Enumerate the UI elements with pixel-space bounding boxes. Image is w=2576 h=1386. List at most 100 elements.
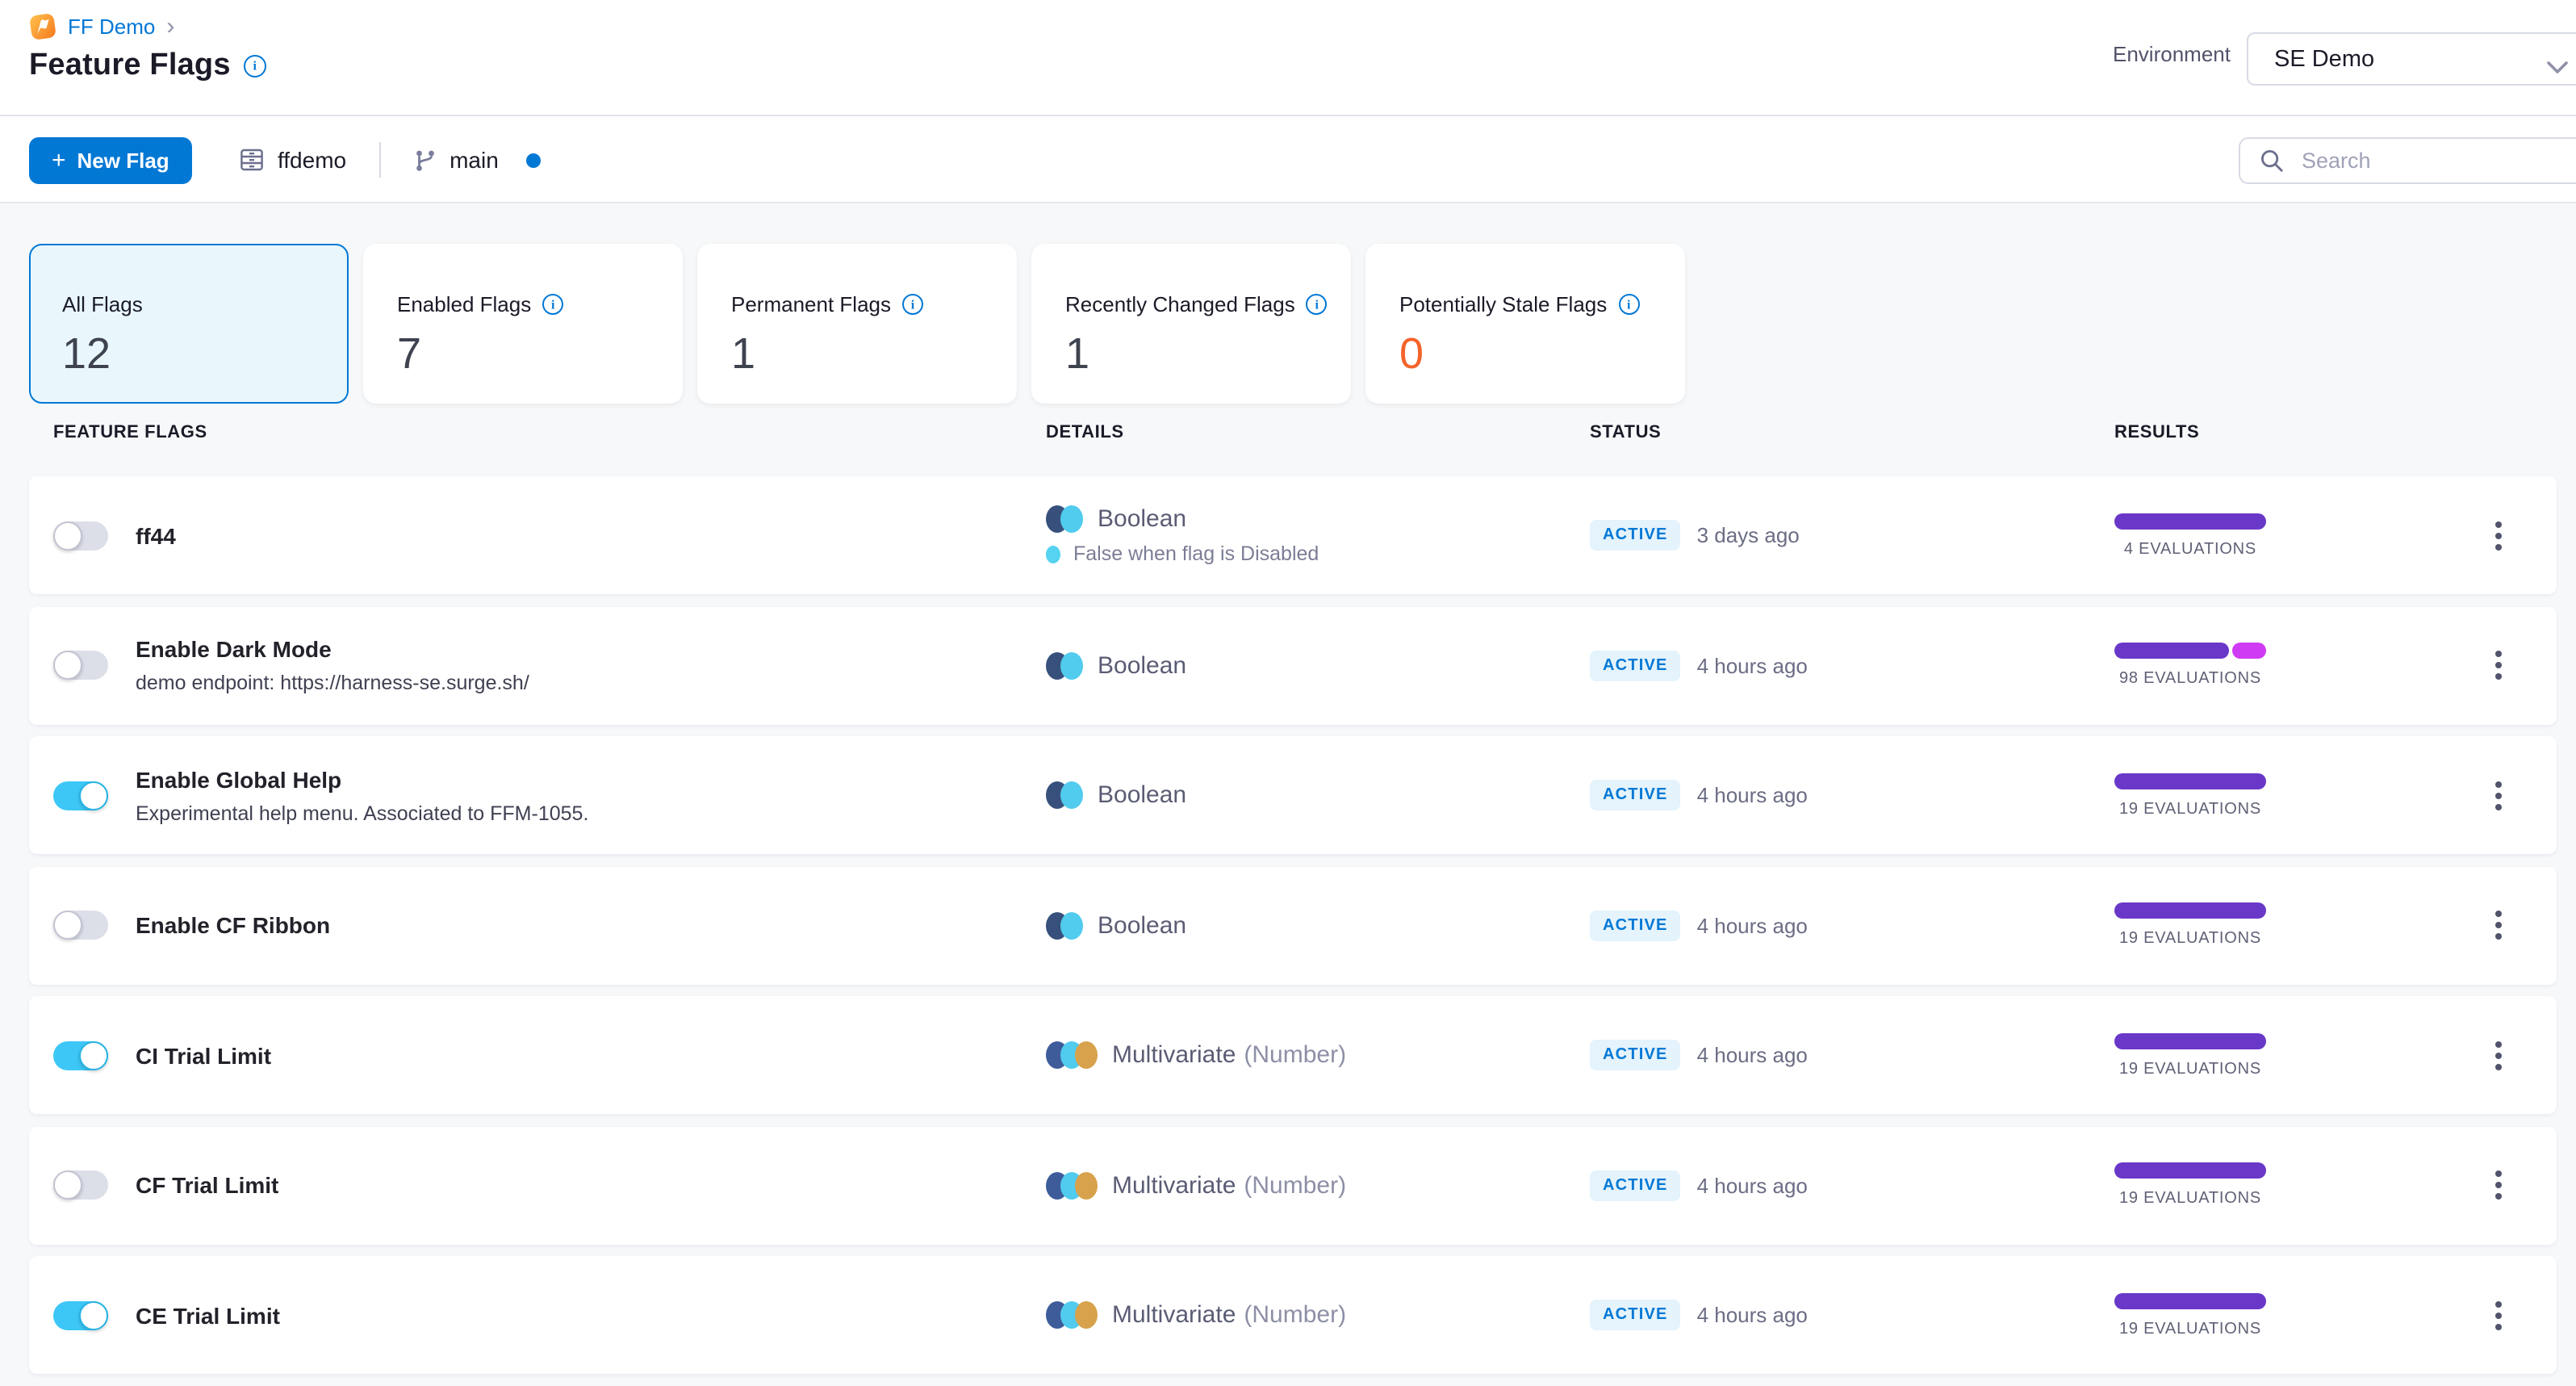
status-time: 4 hours ago [1696,653,1808,677]
status-badge: ACTIVE [1590,650,1681,680]
search-box[interactable] [2239,137,2576,184]
repo-icon [239,147,265,173]
flag-toggle[interactable] [53,521,108,550]
flag-name: ff44 [136,522,176,548]
stat-card-enabled-flags[interactable]: Enabled Flags 7 [363,244,683,404]
status-badge: ACTIVE [1590,780,1681,810]
row-menu-button[interactable] [2486,1256,2511,1374]
column-header-status: STATUS [1590,423,1662,442]
evaluations-bar [2114,773,2266,789]
status-time: 4 hours ago [1696,783,1808,807]
evaluations-label: 19 EVALUATIONS [2118,930,2262,948]
status-time: 3 days ago [1696,523,1800,547]
flag-row[interactable]: Enable Dark Mode demo endpoint: https://… [29,606,2557,724]
status-badge: ACTIVE [1590,1170,1681,1200]
toggle-knob [79,1300,108,1329]
stat-value: 1 [1065,329,1090,378]
status-time: 4 hours ago [1696,913,1808,937]
kebab-menu-icon [2495,1170,2502,1177]
branch-name[interactable]: main [450,147,499,173]
evaluations-label: 98 EVALUATIONS [2118,670,2262,688]
flag-type-label: Multivariate [1112,1301,1236,1329]
evaluations-bar [2114,1292,2266,1309]
stat-card-recently-changed-flags[interactable]: Recently Changed Flags 1 [1031,244,1351,404]
flag-type-icon [1046,1301,1098,1329]
flag-type-label: Boolean [1098,911,1187,939]
toggle-knob [53,651,82,680]
flag-row[interactable]: ff44 Boolean False when flag is Disabled… [29,476,2557,594]
chevron-down-icon [2547,53,2568,82]
variation-text: False when flag is Disabled [1073,542,1319,565]
stat-label: Permanent Flags [731,292,891,316]
evaluations-label: 19 EVALUATIONS [2118,1060,2262,1078]
toolbar: + New Flag ffdemo main Search [0,116,2576,203]
branch-status-dot [525,153,541,167]
toggle-knob [53,911,82,940]
column-header-results: RESULTS [2114,423,2200,442]
flag-toggle[interactable] [53,1041,108,1070]
flag-row[interactable]: CE Trial Limit Multivariate (Number) ACT… [29,1256,2557,1374]
flag-row[interactable]: CI Trial Limit Multivariate (Number) ACT… [29,996,2557,1114]
info-icon[interactable] [902,294,923,315]
flag-type-label: Multivariate [1112,1041,1236,1069]
row-menu-button[interactable] [2486,606,2511,724]
flag-table-body: ff44 Boolean False when flag is Disabled… [29,476,2557,1386]
flag-name: CF Trial Limit [136,1172,279,1198]
status-time: 4 hours ago [1696,1043,1808,1067]
plus-icon: + [52,147,66,174]
table-header: FEATURE FLAGS DETAILS STATUS RESULTS [0,423,2576,446]
row-menu-button[interactable] [2486,996,2511,1114]
toggle-knob [53,1170,82,1200]
flag-toggle[interactable] [53,1170,108,1200]
row-menu-button[interactable] [2486,476,2511,594]
stat-value: 7 [397,329,422,378]
flag-name: Enable Global Help [136,766,342,792]
kebab-menu-icon [2495,651,2502,657]
flag-toggle[interactable] [53,911,108,940]
environment-select[interactable]: SE Demo [2247,32,2576,86]
stat-card-permanent-flags[interactable]: Permanent Flags 1 [697,244,1017,404]
info-icon[interactable] [542,294,564,315]
toggle-knob [79,781,108,810]
evaluations-bar [2114,1032,2266,1049]
new-flag-button[interactable]: + New Flag [29,137,192,184]
stat-label: All Flags [62,291,143,316]
flag-row[interactable]: Enable Global Help Experimental help men… [29,736,2557,854]
toggle-knob [79,1041,108,1070]
flag-toggle[interactable] [53,781,108,810]
flag-type-icon [1046,911,1083,939]
row-menu-button[interactable] [2486,736,2511,854]
stats-row: All Flags 12 Enabled Flags 7 Permanent F… [29,244,1685,404]
repo-name[interactable]: ffdemo [278,147,346,173]
breadcrumb-project-link[interactable]: FF Demo [68,15,155,39]
status-time: 4 hours ago [1696,1303,1808,1327]
divider [378,142,381,178]
stat-card-all-flags[interactable]: All Flags 12 [29,244,349,404]
flag-description: Experimental help menu. Associated to FF… [136,802,589,824]
search-input[interactable] [2298,147,2547,174]
info-icon[interactable] [1618,294,1640,315]
feature-flags-logo-icon [29,13,56,40]
row-menu-button[interactable] [2486,866,2511,984]
kebab-menu-icon [2495,781,2502,787]
status-badge: ACTIVE [1590,910,1681,940]
flag-type-detail: (Number) [1244,1041,1347,1069]
flag-type-detail: (Number) [1244,1301,1347,1329]
info-icon[interactable] [1306,294,1328,315]
stat-value: 1 [731,329,756,378]
breadcrumb-chevron-icon: › [166,13,175,40]
flag-type-icon [1046,651,1083,679]
flag-toggle[interactable] [53,651,108,680]
stat-card-potentially-stale-flags[interactable]: Potentially Stale Flags 0 [1365,244,1685,404]
flag-type-label: Boolean [1098,781,1187,809]
git-branch-icon [412,148,437,172]
title-info-icon[interactable] [243,55,266,77]
flag-type-icon [1046,1171,1098,1199]
flag-type-icon [1046,505,1083,533]
evaluations-label: 4 EVALUATIONS [2123,540,2257,558]
flag-toggle[interactable] [53,1300,108,1329]
flag-row[interactable]: CF Trial Limit Multivariate (Number) ACT… [29,1126,2557,1244]
row-menu-button[interactable] [2486,1126,2511,1244]
flag-row[interactable]: Enable CF Ribbon Boolean ACTIVE 4 hours … [29,866,2557,984]
stat-label: Recently Changed Flags [1065,292,1295,316]
